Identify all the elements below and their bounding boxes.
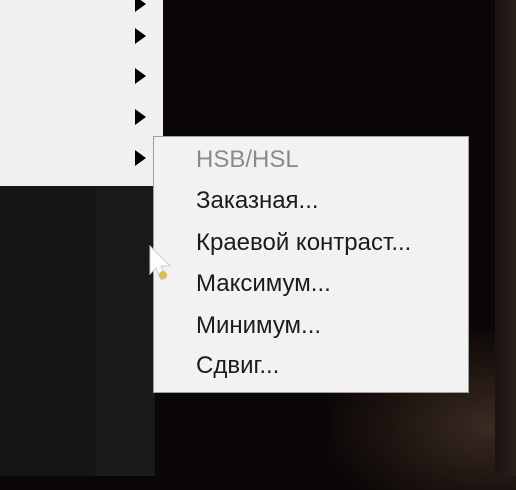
menu-item-hsb-hsl: HSB/HSL: [196, 146, 299, 173]
parent-menu-item[interactable]: [0, 56, 163, 96]
menu-item-high-pass[interactable]: Краевой контраст...: [196, 224, 411, 262]
menu-item-custom[interactable]: Заказная...: [196, 182, 319, 220]
chevron-right-icon: [135, 109, 146, 125]
background-edge: [495, 0, 516, 476]
parent-menu-item[interactable]: [0, 97, 163, 137]
filter-submenu: HSB/HSL Заказная... Краевой контраст... …: [153, 136, 469, 393]
chevron-right-icon: [135, 0, 146, 12]
parent-menu-item-active[interactable]: [0, 138, 163, 178]
menu-item-offset[interactable]: Сдвиг...: [196, 347, 279, 385]
mouse-pointer-icon: [149, 244, 172, 281]
menu-item-maximum[interactable]: Максимум...: [196, 265, 331, 303]
chevron-right-icon: [135, 28, 146, 44]
background-panel-left: [0, 186, 95, 476]
parent-menu-item[interactable]: [0, 16, 163, 56]
menu-item-minimum[interactable]: Минимум...: [196, 307, 321, 345]
chevron-right-icon: [135, 150, 146, 166]
parent-menu: [0, 0, 163, 186]
background-panel-mid: [95, 186, 155, 476]
chevron-right-icon: [135, 68, 146, 84]
